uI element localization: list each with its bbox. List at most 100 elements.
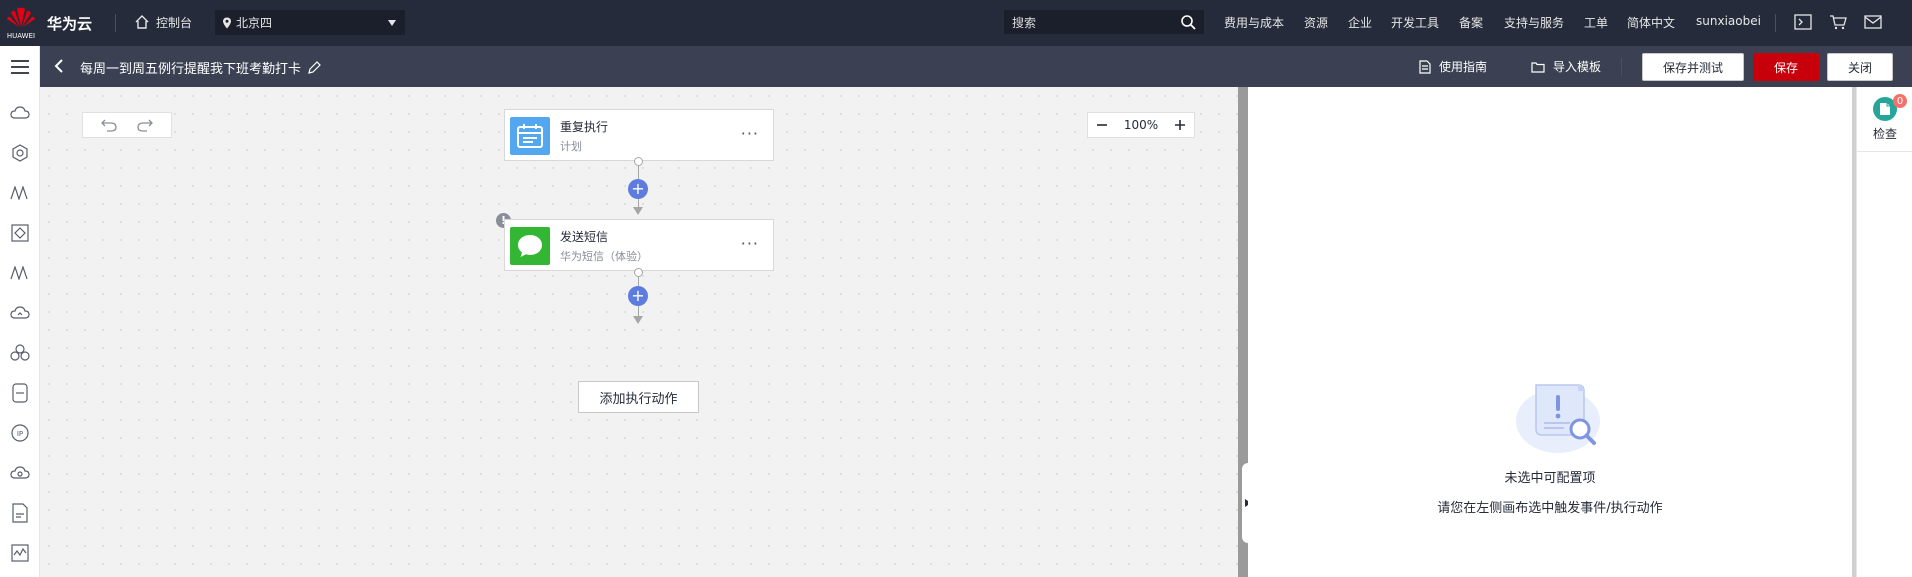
huawei-logo[interactable]: HUAWEI [4,6,38,42]
editor-toolbar: 每周一到周五例行提醒我下班考勤打卡 使用指南 导入模板 保存并测试 保存 关闭 [40,46,1912,87]
mail-icon[interactable] [1864,14,1882,30]
region-value: 北京四 [236,16,273,30]
sidebar-item-cloud-storage[interactable] [8,461,32,485]
close-button[interactable]: 关闭 [1827,53,1893,81]
nav-username[interactable]: sunxiaobei [1696,14,1761,28]
location-pin-icon [223,17,231,28]
target-icon [11,224,29,242]
import-template-link[interactable]: 导入模板 [1531,58,1601,75]
wave-icon [10,266,28,280]
add-step-button[interactable]: + [628,179,648,199]
ip-icon: IP [11,424,29,442]
search-input[interactable]: 搜索 [1004,10,1204,34]
cloud-sync-icon [10,306,30,319]
flow-icon [10,186,28,200]
nav-support[interactable]: 支持与服务 [1504,14,1564,31]
connector-line [638,199,639,207]
logo-text: HUAWEI [6,32,36,40]
zoom-in-icon[interactable] [1174,119,1186,131]
zoom-level: 100% [1123,118,1159,132]
sidebar-item-cluster[interactable] [8,341,32,365]
nav-icp[interactable]: 备案 [1459,14,1483,31]
nav-language[interactable]: 简体中文 [1627,14,1675,31]
check-label: 检查 [1872,127,1897,141]
divider [1621,58,1622,76]
sidebar-item-wave[interactable] [8,261,32,285]
sidebar-item-ip[interactable]: IP [8,421,32,445]
service-sidebar: IP [0,87,40,577]
calendar-icon [510,117,550,155]
brand-name[interactable]: 华为云 [47,13,92,34]
divider [115,14,116,32]
hexagon-icon [12,144,28,162]
cloud-icon [10,106,30,119]
nav-cost[interactable]: 费用与成本 [1224,14,1284,31]
sidebar-item-flow[interactable] [8,181,32,205]
save-and-test-button[interactable]: 保存并测试 [1642,53,1744,81]
huawei-flower-icon [7,7,35,28]
nav-dev-tools[interactable]: 开发工具 [1391,14,1439,31]
sidebar-item-target[interactable] [8,221,32,245]
empty-state-title: 未选中可配置项 [1504,471,1596,486]
sidebar-item-hexagon[interactable] [8,141,32,165]
terminal-icon[interactable] [1794,14,1812,30]
guide-link[interactable]: 使用指南 [1419,58,1487,75]
undo-icon[interactable] [100,118,118,132]
arrow-down-icon [633,316,643,324]
node-subtitle: 计划 [560,140,582,153]
edit-pencil-icon[interactable] [307,60,321,75]
sidebar-item-database[interactable] [8,381,32,405]
check-sidebar: 0 检查 [1856,87,1912,577]
search-icon[interactable] [1180,14,1196,30]
nav-tickets[interactable]: 工单 [1584,14,1608,31]
hamburger-icon [10,59,29,74]
empty-state-hint: 请您在左侧画布选中触发事件/执行动作 [1437,501,1663,516]
folder-icon [1531,61,1545,73]
nav-enterprise[interactable]: 企业 [1348,14,1372,31]
trigger-node-schedule[interactable]: 重复执行 计划 ··· [504,109,774,161]
menu-toggle-button[interactable] [0,46,40,87]
save-button[interactable]: 保存 [1753,53,1819,81]
import-label: 导入模板 [1553,60,1602,74]
document-icon [1419,59,1431,74]
flow-title: 每周一到周五例行提醒我下班考勤打卡 [80,58,321,77]
chevron-down-icon [388,20,396,26]
more-options-icon[interactable]: ··· [741,124,759,143]
back-arrow-icon[interactable] [54,58,64,74]
home-icon [135,15,149,29]
undo-redo-toolbar [82,112,172,138]
console-label: 控制台 [156,15,193,30]
sidebar-item-monitor[interactable] [8,541,32,565]
message-icon [510,227,550,265]
add-action-button[interactable]: 添加执行动作 [578,381,699,413]
connector-port[interactable] [634,268,643,277]
check-button[interactable]: 0 检查 [1867,94,1907,145]
add-step-button[interactable]: + [628,286,648,306]
region-select[interactable]: 北京四 [215,10,405,35]
sidebar-item-file[interactable] [8,501,32,525]
divider [1775,14,1776,32]
sidebar-item-cloud[interactable] [8,101,32,125]
search-placeholder: 搜索 [1012,15,1037,30]
top-navigation-bar: HUAWEI 华为云 控制台 北京四 搜索 费用与成本 资源 企业 开发工具 备… [0,0,1912,46]
file-icon [12,503,28,523]
zoom-out-icon[interactable] [1096,119,1108,131]
arrow-down-icon [633,207,643,215]
connector-line [638,165,639,179]
more-options-icon[interactable]: ··· [741,234,759,253]
console-link[interactable]: 控制台 [134,11,192,33]
flow-title-text: 每周一到周五例行提醒我下班考勤打卡 [80,62,302,77]
nav-resources[interactable]: 资源 [1304,14,1328,31]
action-node-sms[interactable]: 发送短信 华为短信（体验） ··· [504,219,774,271]
redo-icon[interactable] [136,118,154,132]
cloud-storage-icon [10,466,30,479]
node-title: 发送短信 [560,230,609,244]
connector-line [638,306,639,316]
sidebar-item-cloud-sync[interactable] [8,301,32,325]
empty-state-illustration [1516,384,1600,453]
zoom-control: 100% [1087,112,1195,138]
node-subtitle: 华为短信（体验） [560,250,648,263]
connector-line [638,277,639,286]
cart-icon[interactable] [1829,14,1847,30]
divider [1857,151,1912,152]
